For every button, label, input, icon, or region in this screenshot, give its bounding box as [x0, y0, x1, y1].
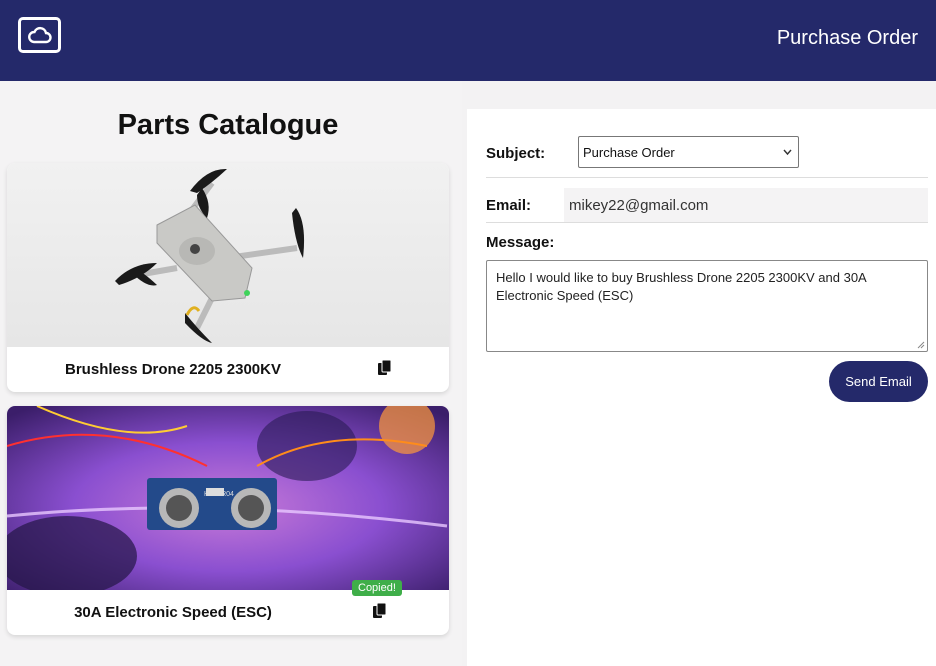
sensor-image: HC-SR04 [7, 406, 449, 590]
subject-value: Purchase Order [583, 145, 675, 160]
send-email-button[interactable]: Send Email [829, 361, 928, 402]
message-textarea[interactable]: Hello I would like to buy Brushless Dron… [486, 260, 928, 352]
cloud-logo[interactable] [18, 17, 61, 53]
app-header: Purchase Order [0, 0, 936, 81]
cloud-icon [28, 26, 52, 44]
header-title: Purchase Order [776, 27, 918, 49]
product-card: HC-SR04 Copied! 30A Electronic Speed (ES… [7, 406, 449, 635]
copy-icon[interactable] [373, 602, 387, 619]
subject-select[interactable]: Purchase Order [578, 136, 799, 168]
product-name: Brushless Drone 2205 2300KV [65, 361, 281, 378]
product-card: Brushless Drone 2205 2300KV [7, 163, 449, 392]
drone-image [7, 163, 449, 347]
email-form-panel: Subject: Purchase Order Email: mikey22@g… [467, 109, 936, 666]
catalogue-title: Parts Catalogue [117, 109, 339, 141]
subject-label: Subject: [486, 145, 546, 162]
catalogue-panel: Parts Catalogue Brushless Drone 2205 230… [0, 81, 462, 666]
email-field[interactable]: mikey22@gmail.com [564, 188, 928, 222]
divider [486, 222, 928, 223]
resize-grip-icon[interactable] [917, 341, 925, 349]
copied-badge: Copied! [352, 580, 402, 596]
message-label: Message: [486, 234, 555, 251]
message-text: Hello I would like to buy Brushless Dron… [496, 270, 867, 303]
divider [486, 177, 928, 178]
email-label: Email: [486, 197, 532, 214]
product-name: 30A Electronic Speed (ESC) [74, 604, 272, 621]
chevron-down-icon [783, 149, 792, 156]
copy-icon[interactable] [378, 359, 392, 376]
